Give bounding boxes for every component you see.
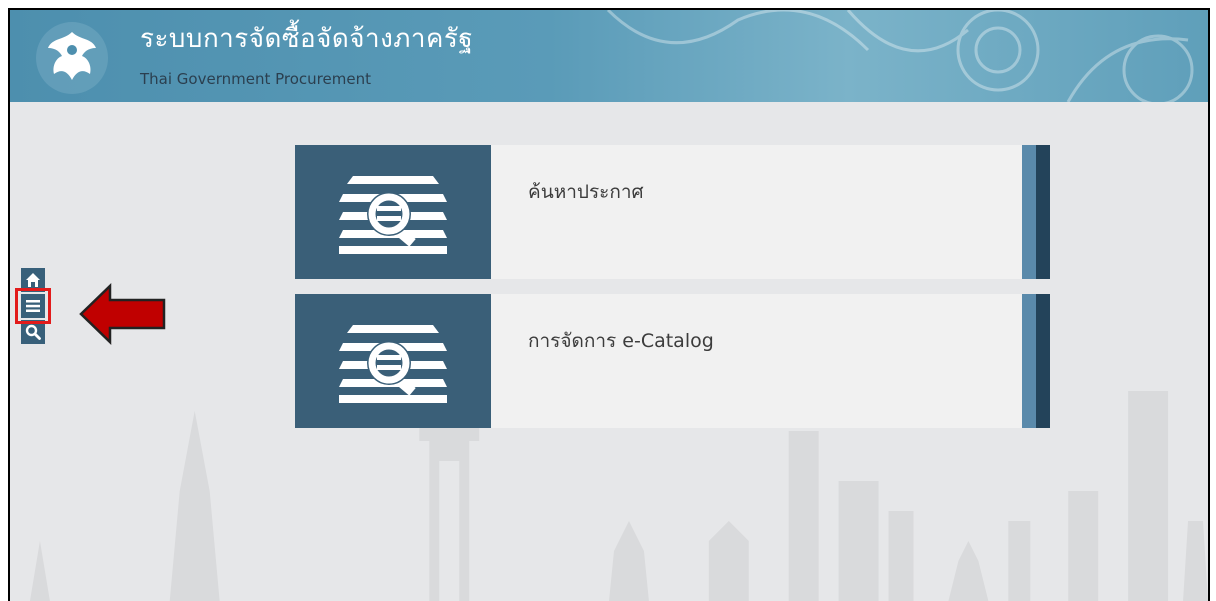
- arrow-left-icon: [79, 283, 166, 345]
- document-search-icon: [339, 176, 447, 254]
- card-icon-box: [295, 145, 491, 279]
- site-header: ระบบการจัดซื้อจัดจ้างภาครัฐ Thai Governm…: [10, 10, 1208, 102]
- home-icon: [26, 273, 40, 287]
- card-accent-stripe: [1022, 145, 1036, 279]
- app-window: ระบบการจัดซื้อจัดจ้างภาครัฐ Thai Governm…: [8, 8, 1210, 601]
- home-button[interactable]: [21, 268, 45, 292]
- ecatalog-management-card[interactable]: การจัดการ e-Catalog: [295, 294, 1050, 428]
- card-accent-stripe-dark: [1036, 294, 1050, 428]
- search-icon: [25, 324, 41, 340]
- page-subtitle: Thai Government Procurement: [140, 70, 371, 88]
- card-accent-stripe: [1022, 294, 1036, 428]
- card-accent-stripe-dark: [1036, 145, 1050, 279]
- side-toolbar: [15, 268, 51, 346]
- page-title: ระบบการจัดซื้อจัดจ้างภาครัฐ: [140, 24, 474, 54]
- card-icon-box: [295, 294, 491, 428]
- menu-button[interactable]: [15, 288, 51, 324]
- garuda-seal-logo: [36, 22, 108, 94]
- search-button[interactable]: [21, 320, 45, 344]
- menu-icon: [26, 300, 40, 312]
- card-label: การจัดการ e-Catalog: [528, 330, 714, 352]
- card-label: ค้นหาประกาศ: [528, 181, 644, 203]
- document-search-icon: [339, 325, 447, 403]
- announcement-search-card[interactable]: ค้นหาประกาศ: [295, 145, 1050, 279]
